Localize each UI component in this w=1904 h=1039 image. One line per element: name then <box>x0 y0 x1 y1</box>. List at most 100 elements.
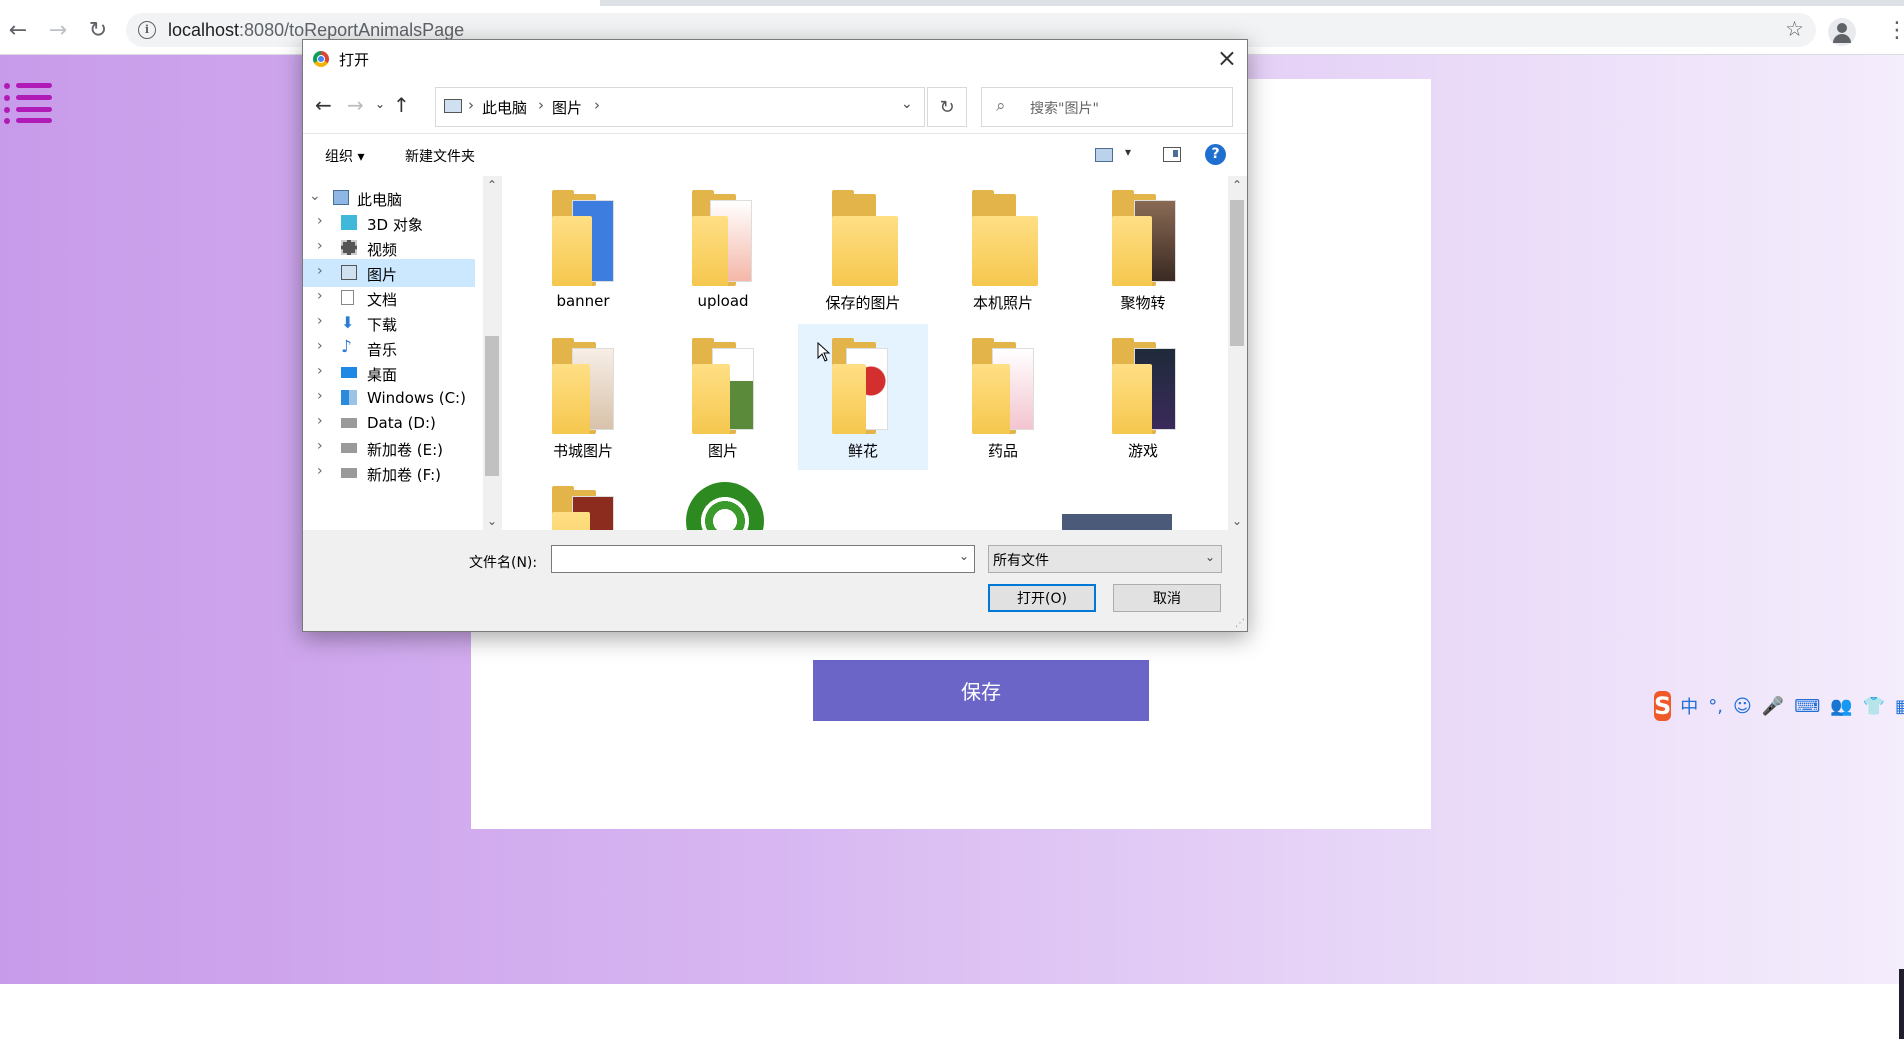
mouse-cursor-icon <box>817 342 831 362</box>
folder-item-upload[interactable]: upload <box>658 176 788 322</box>
dialog-breadcrumb[interactable]: › 此电脑 › 图片 › ⌄ <box>435 87 925 127</box>
address-dropdown-icon[interactable]: ⌄ <box>901 96 913 112</box>
ime-toolbar: S 中 °, ☺ 🎤 ⌨ 👥 👕 ▦ <box>1654 687 1904 725</box>
nav-item-label: 新加卷 (F:) <box>367 466 441 484</box>
filename-dropdown-icon[interactable]: ⌄ <box>959 549 969 563</box>
scroll-up-icon[interactable]: ⌃ <box>487 178 497 192</box>
info-icon[interactable]: i <box>138 21 156 39</box>
scroll-up-icon[interactable]: ⌃ <box>1232 178 1242 192</box>
ime-user-icon[interactable]: 👥 <box>1830 696 1852 717</box>
hamburger-menu-icon[interactable] <box>4 83 54 124</box>
folder-item-saved-pictures[interactable]: 保存的图片 <box>798 176 928 322</box>
chevron-right-icon[interactable]: › <box>317 313 323 329</box>
scrollbar-thumb[interactable] <box>1230 200 1244 346</box>
folder-item-pictures[interactable]: 图片 <box>658 324 788 470</box>
folder-icon <box>552 338 618 434</box>
help-icon[interactable]: ? <box>1205 144 1226 165</box>
badge-image-icon <box>686 482 764 530</box>
breadcrumb-this-pc[interactable]: 此电脑 <box>482 97 527 118</box>
filetype-value: 所有文件 <box>993 553 1049 569</box>
drive-c-icon <box>341 390 357 405</box>
ime-punctuation-icon[interactable]: °, <box>1708 696 1723 717</box>
ime-voice-icon[interactable]: 🎤 <box>1762 696 1784 717</box>
chevron-right-icon[interactable]: › <box>317 238 323 254</box>
nav-item-videos[interactable]: › 视频 <box>303 234 475 262</box>
folder-item-medicine[interactable]: 药品 <box>938 324 1068 470</box>
chevron-right-icon[interactable]: › <box>317 213 323 229</box>
image-item-partial-2[interactable] <box>1062 514 1172 530</box>
dialog-back-icon[interactable]: ← <box>315 93 332 117</box>
ime-skin-icon[interactable]: 👕 <box>1863 696 1885 717</box>
chevron-right-icon[interactable]: › <box>317 288 323 304</box>
breadcrumb-pictures[interactable]: 图片 <box>552 97 582 118</box>
resize-grip-icon[interactable]: ⋰ <box>1235 618 1245 629</box>
nav-item-drive-e[interactable]: › 新加卷 (E:) <box>303 434 475 462</box>
folder-item-banner[interactable]: banner <box>518 176 648 322</box>
chevron-down-icon[interactable]: ⌄ <box>1205 550 1215 564</box>
chevron-right-icon[interactable]: › <box>317 413 323 429</box>
nav-item-documents[interactable]: › 文档 <box>303 284 475 312</box>
chevron-right-icon[interactable]: › <box>317 388 323 404</box>
cancel-button[interactable]: 取消 <box>1113 584 1221 612</box>
nav-item-pictures[interactable]: › 图片 <box>303 259 475 287</box>
sogou-logo-icon[interactable]: S <box>1654 691 1672 721</box>
navigation-scrollbar[interactable]: ⌃ ⌄ <box>483 176 501 530</box>
scroll-down-icon[interactable]: ⌄ <box>487 514 497 528</box>
folder-item-partial[interactable] <box>518 472 648 530</box>
scroll-down-icon[interactable]: ⌄ <box>1232 514 1242 528</box>
folder-item-games[interactable]: 游戏 <box>1078 324 1208 470</box>
nav-item-music[interactable]: › ♪ 音乐 <box>303 334 475 362</box>
organize-button[interactable]: 组织 ▾ <box>325 146 364 166</box>
chevron-right-icon[interactable]: › <box>317 263 323 279</box>
nav-item-this-pc[interactable]: ⌄ 此电脑 <box>303 184 475 212</box>
nav-item-drive-f[interactable]: › 新加卷 (F:) <box>303 459 475 487</box>
new-folder-button[interactable]: 新建文件夹 <box>405 146 475 166</box>
nav-item-label: 新加卷 (E:) <box>367 441 444 459</box>
nav-item-label: 桌面 <box>367 366 398 384</box>
save-button[interactable]: 保存 <box>813 660 1149 721</box>
search-placeholder: 搜索"图片" <box>1030 101 1099 117</box>
ime-chinese-mode[interactable]: 中 <box>1680 693 1698 719</box>
nav-item-drive-c[interactable]: › Windows (C:) <box>303 384 475 412</box>
profile-icon[interactable] <box>1828 18 1856 46</box>
file-list-scrollbar[interactable]: ⌃ ⌄ <box>1228 176 1246 530</box>
filetype-select[interactable]: 所有文件 ⌄ <box>988 545 1222 573</box>
reload-button[interactable]: ↻ <box>82 14 114 46</box>
expanded-chevron-icon[interactable]: ⌄ <box>309 188 321 204</box>
edge-widget <box>1899 969 1904 1039</box>
refresh-icon[interactable]: ↻ <box>927 87 967 127</box>
nav-item-downloads[interactable]: › ⬇ 下载 <box>303 309 475 337</box>
search-input[interactable]: ⌕ 搜索"图片" <box>981 87 1233 127</box>
up-folder-icon[interactable]: ↑ <box>393 93 410 117</box>
open-button[interactable]: 打开(O) <box>988 584 1096 612</box>
file-name: 聚物转 <box>1120 294 1166 312</box>
folder-item-camera-roll[interactable]: 本机照片 <box>938 176 1068 322</box>
url-path: :8080/toReportAnimalsPage <box>239 20 465 40</box>
nav-item-3d-objects[interactable]: › 3D 对象 <box>303 209 475 237</box>
filename-input[interactable]: ⌄ <box>551 545 975 573</box>
back-button[interactable]: ← <box>2 14 34 46</box>
preview-pane-icon[interactable] <box>1163 147 1181 162</box>
folder-item-juwuzhuan[interactable]: 聚物转 <box>1078 176 1208 322</box>
chevron-right-icon[interactable]: › <box>317 338 323 354</box>
bookmark-star-icon[interactable]: ☆ <box>1785 17 1804 41</box>
scrollbar-thumb[interactable] <box>485 336 499 476</box>
ime-toolbox-icon[interactable]: ▦ <box>1895 696 1904 717</box>
image-item-partial[interactable] <box>658 472 788 530</box>
view-mode-icon[interactable] <box>1095 148 1113 162</box>
nav-item-drive-d[interactable]: › Data (D:) <box>303 409 475 437</box>
recent-locations-icon[interactable]: ⌄ <box>375 97 385 111</box>
view-dropdown-icon[interactable]: ▾ <box>1125 145 1131 159</box>
chevron-right-icon[interactable]: › <box>317 363 323 379</box>
forward-button[interactable]: → <box>42 14 74 46</box>
menu-kebab-icon[interactable]: ⋮ <box>1886 16 1904 46</box>
ime-keyboard-icon[interactable]: ⌨ <box>1794 696 1820 717</box>
chevron-right-icon[interactable]: › <box>317 438 323 454</box>
nav-item-desktop[interactable]: › 桌面 <box>303 359 475 387</box>
filename-label: 文件名(N): <box>469 555 538 571</box>
folder-item-bookstore-pictures[interactable]: 书城图片 <box>518 324 648 470</box>
ime-emoji-icon[interactable]: ☺ <box>1733 696 1752 717</box>
chevron-right-icon[interactable]: › <box>317 463 323 479</box>
dialog-forward-icon[interactable]: → <box>347 93 364 117</box>
close-icon[interactable]: × <box>1217 44 1237 72</box>
